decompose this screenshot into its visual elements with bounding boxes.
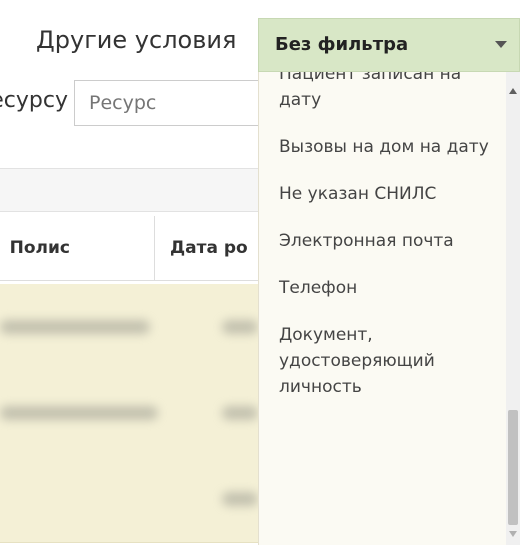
filter-select-value: Без фильтра — [275, 34, 409, 55]
scroll-up-icon[interactable] — [509, 88, 517, 94]
blurred-cell — [0, 320, 150, 334]
dropdown-option[interactable]: Телефон — [259, 264, 503, 311]
scroll-thumb[interactable] — [508, 410, 518, 525]
blurred-cell — [0, 406, 158, 420]
dropdown-option[interactable]: Электронная почта — [259, 217, 503, 264]
resource-label: Ресурсу — [0, 88, 68, 113]
dropdown-option[interactable]: Пациент записан на дату — [259, 72, 503, 123]
blurred-cell — [222, 406, 258, 420]
dropdown-option[interactable]: Вызовы на дом на дату — [259, 123, 503, 170]
table-row[interactable] — [0, 456, 258, 543]
other-conditions-label: Другие условия — [36, 26, 237, 54]
toolbar-band — [0, 168, 258, 212]
dropdown-scrollbar[interactable] — [506, 72, 520, 545]
table-header: Полис Дата ро — [0, 216, 258, 281]
blurred-cell — [222, 320, 258, 334]
table-row[interactable] — [0, 284, 258, 371]
column-header-polis[interactable]: Полис — [0, 238, 70, 258]
column-divider — [154, 216, 155, 280]
resource-input[interactable] — [74, 80, 274, 126]
dropdown-option[interactable]: Не указан СНИЛС — [259, 170, 503, 217]
scroll-down-icon[interactable] — [509, 531, 517, 537]
table-row[interactable] — [0, 370, 258, 457]
filter-dropdown: Пациент записан на дату Вызовы на дом на… — [258, 72, 520, 545]
column-header-birth-date[interactable]: Дата ро — [170, 238, 248, 258]
filter-select[interactable]: Без фильтра — [258, 18, 520, 72]
blurred-cell — [222, 492, 258, 506]
dropdown-list: Пациент записан на дату Вызовы на дом на… — [259, 72, 503, 410]
chevron-down-icon[interactable] — [495, 41, 507, 48]
dropdown-option[interactable]: Документ, удостоверяющий личность — [259, 311, 503, 410]
